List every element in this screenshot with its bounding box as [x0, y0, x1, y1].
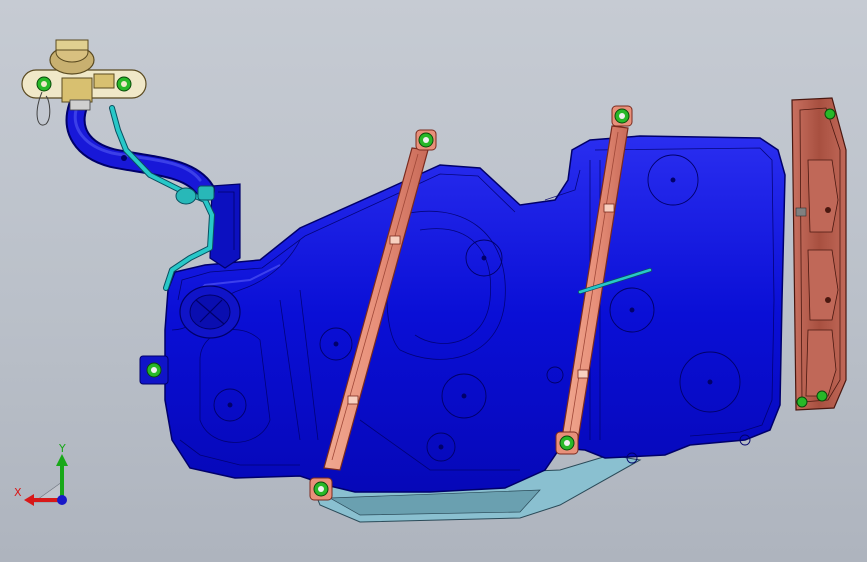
coordinate-triad: Y X	[14, 442, 68, 506]
mounting-bracket-left[interactable]	[139, 355, 169, 385]
triad-x-label: X	[14, 486, 22, 499]
cad-viewport[interactable]: Y X	[0, 0, 867, 562]
cad-scene[interactable]: Y X	[0, 0, 867, 562]
vent-line[interactable]	[109, 105, 215, 291]
triad-z-axis	[57, 495, 67, 505]
pump-flange[interactable]	[179, 285, 241, 339]
filler-neck-hose[interactable]	[65, 96, 215, 200]
mounting-bracket[interactable]	[791, 97, 847, 411]
fuel-tank[interactable]	[164, 135, 786, 493]
triad-y-label: Y	[58, 442, 66, 455]
